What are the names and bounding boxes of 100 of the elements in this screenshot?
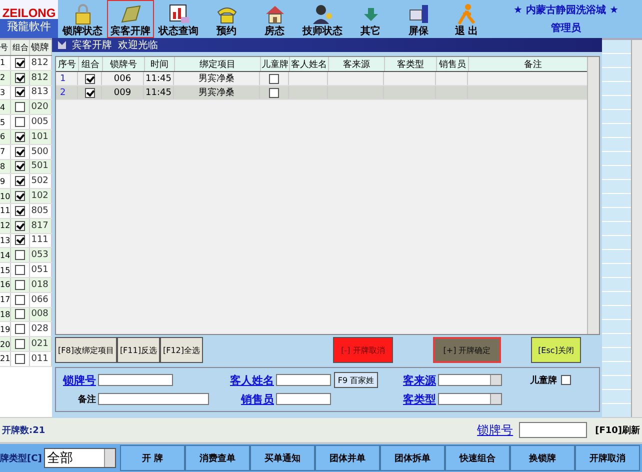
checkbox[interactable] — [15, 102, 26, 112]
field-link[interactable]: 客人姓名 — [212, 372, 276, 388]
table-cell: 4 — [0, 100, 12, 114]
filter-label: 牌类型[C] — [0, 452, 43, 465]
logo-text: ZEILONG — [2, 6, 56, 20]
table-cell: 20 — [0, 337, 12, 351]
field-link[interactable]: 客来源 — [380, 372, 438, 388]
column-header: 绑定项目 — [175, 57, 261, 71]
action-button[interactable]: [F12]全选 — [160, 337, 203, 363]
column-header: 锁牌号 — [103, 57, 145, 71]
table-cell: 6 — [0, 130, 12, 144]
input-field[interactable] — [519, 422, 588, 438]
action-button[interactable]: 开 牌 — [120, 445, 185, 472]
action-button[interactable]: [+] 开牌确定 — [433, 337, 501, 363]
checkbox[interactable] — [15, 132, 26, 142]
checkbox[interactable] — [15, 250, 26, 260]
input-field[interactable] — [276, 393, 331, 405]
checkbox[interactable] — [15, 58, 26, 68]
scrollbar[interactable] — [631, 40, 642, 418]
checkbox[interactable] — [15, 191, 26, 202]
checkbox[interactable] — [15, 176, 26, 186]
field-link[interactable]: 销售员 — [212, 392, 276, 406]
action-button[interactable]: 消费查单 — [185, 445, 250, 472]
checkbox[interactable] — [269, 88, 279, 98]
dropdown[interactable] — [438, 393, 502, 405]
action-button[interactable]: 团体拆单 — [380, 445, 445, 472]
column-header: 组合 — [79, 57, 103, 71]
logo-subtitle: 飛龍軟件 — [7, 20, 51, 32]
table-cell: 16 — [0, 278, 12, 292]
table-cell: 11:45 — [144, 86, 174, 99]
dropdown[interactable] — [438, 374, 502, 386]
checkbox[interactable] — [15, 146, 26, 157]
checkbox[interactable] — [15, 339, 26, 350]
action-button[interactable]: 团体并单 — [315, 445, 380, 472]
checkbox[interactable] — [15, 309, 26, 320]
checkbox[interactable] — [84, 88, 94, 98]
table-cell: 18 — [0, 308, 12, 322]
action-button[interactable]: [F11]反选 — [116, 337, 160, 363]
field-label: 儿童牌 — [530, 374, 558, 386]
checkbox[interactable] — [15, 220, 26, 231]
checkbox[interactable] — [15, 117, 26, 128]
checkbox[interactable] — [15, 235, 26, 246]
table-cell: 10 — [0, 189, 12, 203]
toolbar-button[interactable]: 宾客开牌 — [107, 0, 154, 38]
table-cell: 5 — [0, 115, 12, 129]
column-header: 客人姓名 — [290, 57, 329, 71]
input-field[interactable] — [98, 374, 173, 386]
person-icon — [310, 2, 334, 26]
checkbox[interactable] — [15, 87, 26, 98]
field-link[interactable]: 锁牌号 — [56, 372, 98, 388]
field-link[interactable]: 锁牌号 — [477, 422, 514, 439]
checkbox[interactable] — [15, 72, 26, 83]
checkbox[interactable] — [15, 265, 26, 276]
scrollbar[interactable] — [587, 57, 599, 334]
checkbox[interactable] — [15, 294, 26, 305]
table-cell: 12 — [0, 218, 12, 233]
dropdown[interactable]: 全部 — [44, 448, 116, 468]
table-cell: 7 — [0, 144, 12, 159]
greeting-text: 欢迎光临 — [118, 38, 158, 52]
table-cell: 11:45 — [144, 72, 174, 85]
column-header: 儿童牌 — [261, 57, 290, 71]
column-header: 组合 — [11, 40, 30, 55]
checkbox[interactable] — [15, 206, 26, 216]
table-cell: 1 — [56, 72, 78, 85]
input-field[interactable] — [98, 393, 209, 405]
action-button[interactable]: 买单通知 — [250, 445, 315, 472]
action-button[interactable]: [F8]改绑定项目 — [55, 337, 117, 363]
field-link[interactable]: 客类型 — [380, 392, 438, 406]
computer-icon — [406, 2, 430, 26]
table-cell: 009 — [102, 86, 144, 99]
checkbox[interactable] — [269, 74, 279, 84]
input-field[interactable] — [276, 374, 331, 386]
checkbox[interactable] — [15, 354, 26, 364]
count-text: 开牌数:21 — [2, 424, 46, 437]
column-header: 销售员 — [437, 57, 469, 71]
table-cell: 男宾净桑 — [174, 86, 260, 99]
checkbox[interactable] — [561, 375, 571, 385]
checkbox[interactable] — [15, 280, 26, 290]
surname-button[interactable]: F9 百家姓 — [334, 372, 378, 388]
refresh-button[interactable]: [F10]刷新 — [595, 424, 642, 437]
action-button[interactable]: 快速组合 — [445, 445, 510, 472]
table-cell: 14 — [0, 248, 12, 262]
field-label: 备注 — [77, 393, 97, 406]
table-cell: 21 — [0, 352, 12, 366]
table-cell: 2 — [56, 86, 78, 99]
column-header: 客来源 — [329, 57, 385, 71]
table-cell: 13 — [0, 234, 12, 248]
dialog-title: 宾客开牌 — [72, 38, 112, 52]
action-button[interactable]: 换锁牌 — [510, 445, 575, 472]
chart-icon — [166, 2, 190, 26]
checkbox[interactable] — [15, 161, 26, 172]
action-button[interactable]: 开牌取消 — [575, 445, 640, 472]
table-cell: 3 — [0, 86, 12, 100]
table-cell: 9 — [0, 174, 12, 188]
action-button[interactable]: [Esc]关闭 — [531, 337, 581, 363]
checkbox[interactable] — [84, 74, 94, 84]
column-header: 号 — [0, 40, 12, 55]
column-header: 序号 — [56, 57, 79, 71]
table-cell: 2 — [0, 70, 12, 85]
checkbox[interactable] — [15, 324, 26, 334]
